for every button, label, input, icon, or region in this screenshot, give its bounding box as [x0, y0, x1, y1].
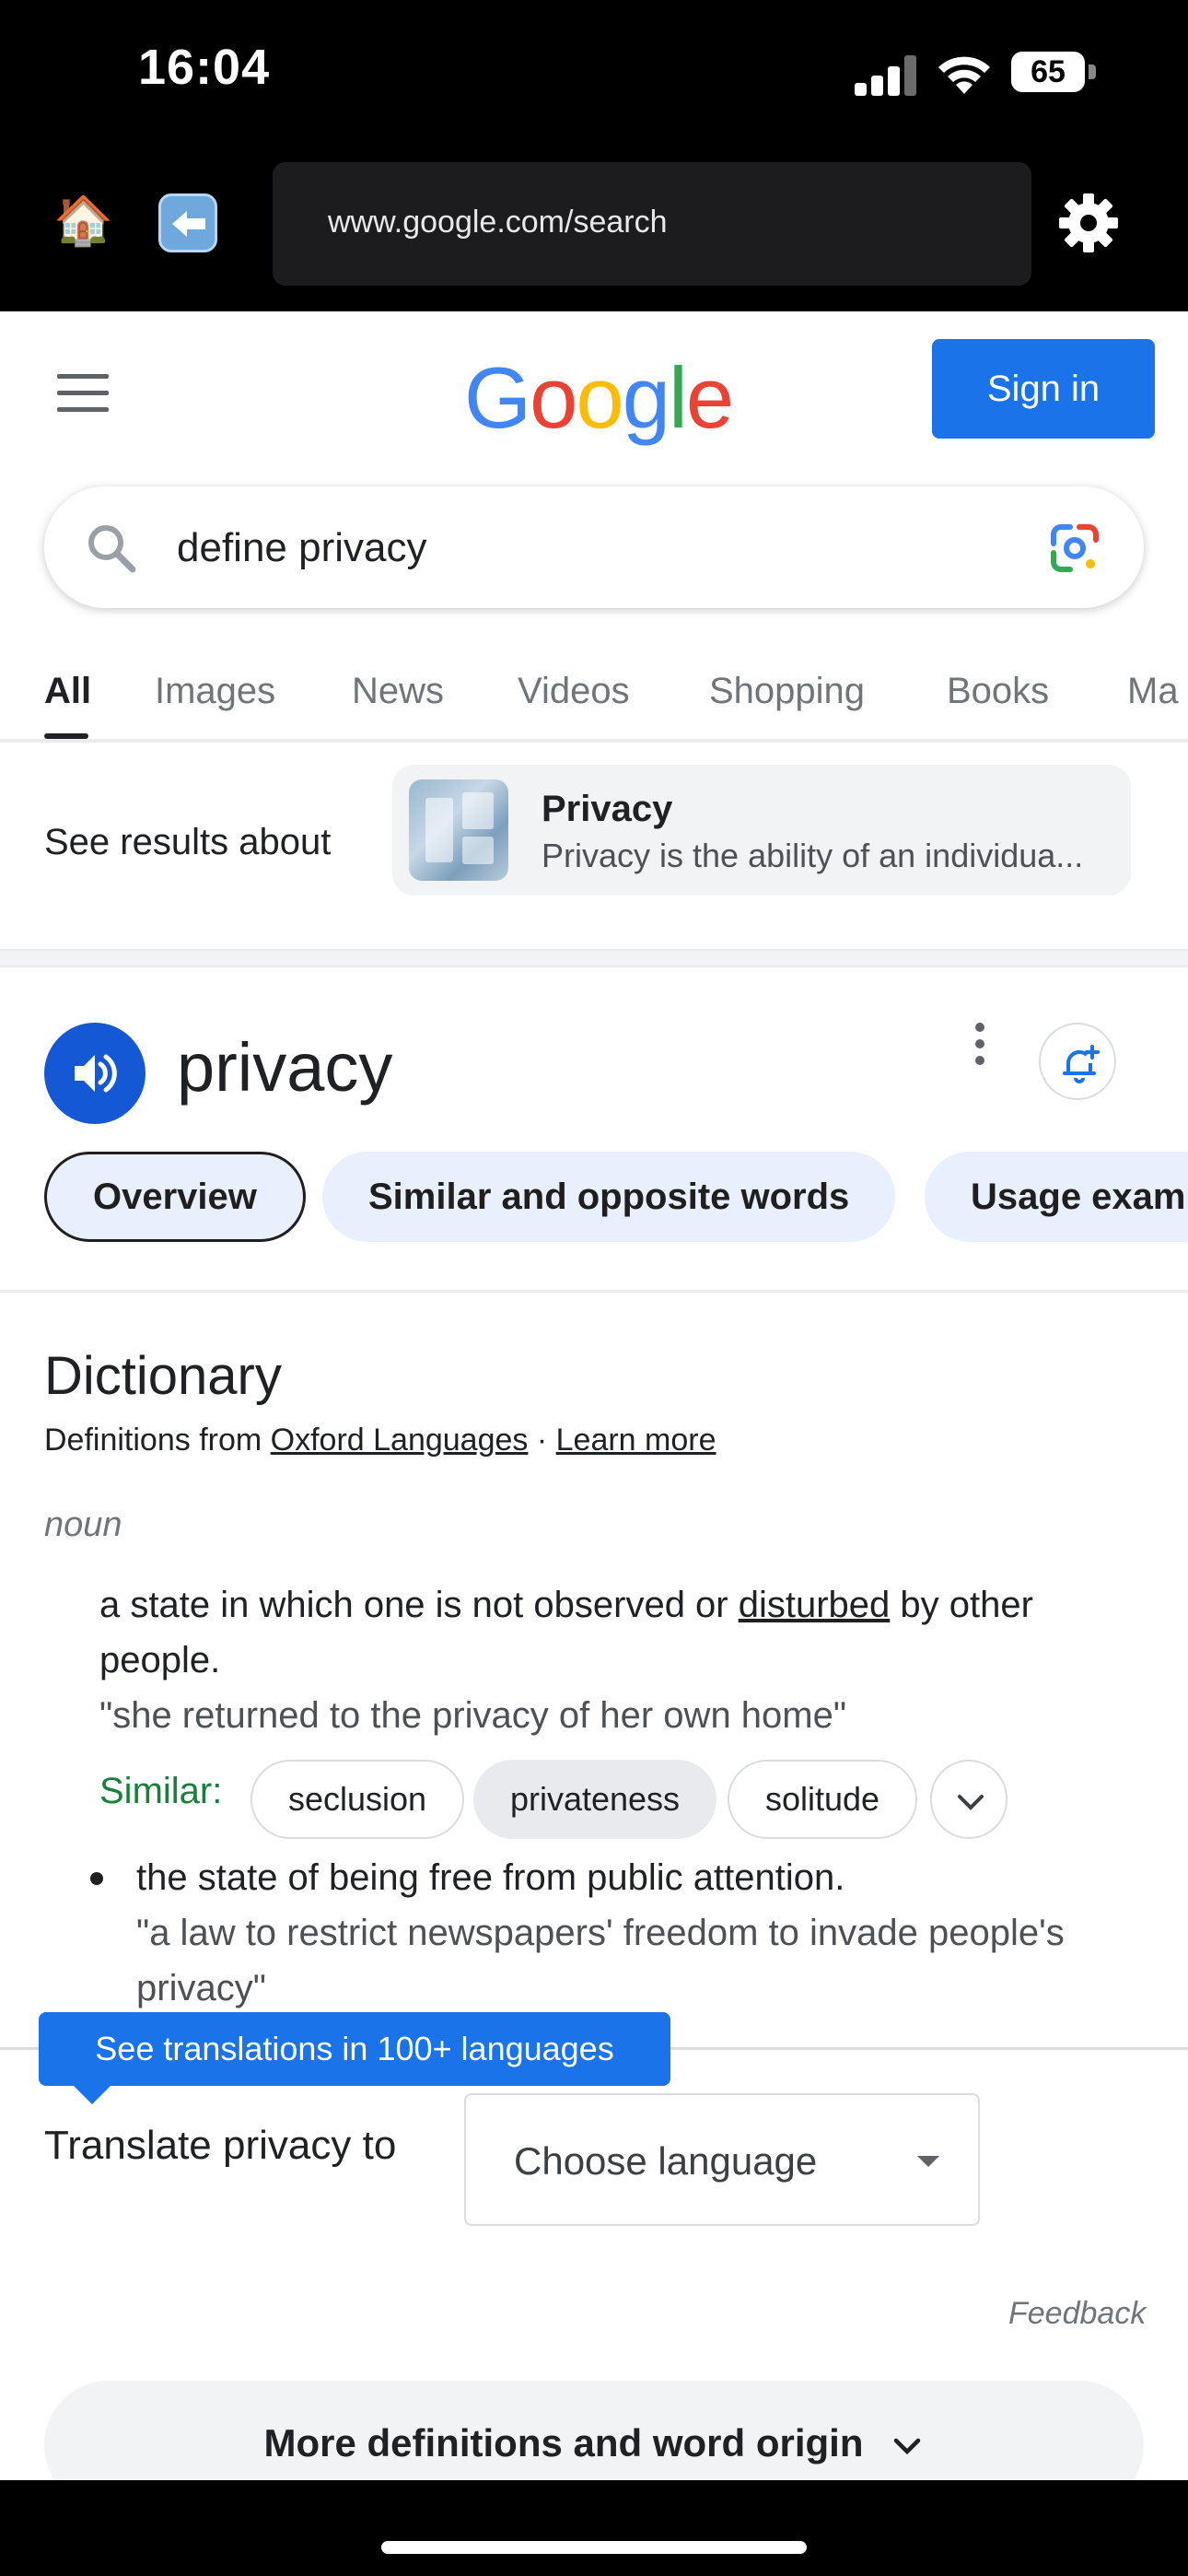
tab-maps[interactable]: Ma [1127, 671, 1179, 712]
tab-news[interactable]: News [352, 671, 444, 712]
hamburger-menu-icon[interactable] [57, 374, 109, 413]
more-definitions-label: More definitions and word origin [263, 2421, 864, 2465]
dictionary-source: Definitions from Oxford Languages · Lear… [44, 1423, 716, 1458]
translations-tooltip[interactable]: See translations in 100+ languages [39, 2012, 670, 2086]
similar-word-seclusion[interactable]: seclusion [250, 1760, 464, 1839]
learn-more-link[interactable]: Learn more [556, 1423, 716, 1458]
url-text: www.google.com/search [328, 205, 668, 240]
battery-nub [1089, 64, 1096, 79]
translate-label: Translate privacy to [44, 2123, 397, 2168]
more-definitions-button[interactable]: More definitions and word origin [44, 2381, 1144, 2480]
add-alert-button[interactable] [1039, 1023, 1116, 1100]
example-2: "a law to restrict newspapers' freedom t… [136, 1913, 1065, 2008]
dictionary-title: Dictionary [44, 1346, 282, 1406]
wifi-icon [938, 56, 990, 94]
tooltip-tail [72, 2084, 112, 2104]
feedback-link[interactable]: Feedback [1008, 2296, 1146, 2332]
address-bar[interactable]: www.google.com/search [273, 162, 1031, 286]
entity-description: Privacy is the ability of an individua..… [542, 837, 1084, 874]
status-time: 16:04 [138, 40, 271, 95]
see-results-about-label: See results about [44, 822, 332, 862]
search-tabs: All Images News Videos Shopping Books Ma [0, 641, 1188, 743]
tab-books[interactable]: Books [947, 671, 1049, 712]
active-tab-indicator [44, 733, 88, 739]
dropdown-caret-icon [917, 2156, 939, 2167]
gear-icon[interactable] [1055, 190, 1122, 256]
back-icon[interactable] [158, 193, 217, 252]
battery-indicator: 65 [1011, 52, 1085, 92]
browser-toolbar: 🏠 www.google.com/search [0, 147, 1188, 311]
see-results-about: See results about Privacy Privacy is the… [0, 746, 1188, 949]
entity-card-privacy[interactable]: Privacy Privacy is the ability of an ind… [392, 765, 1131, 896]
more-options-icon[interactable] [971, 1023, 989, 1069]
source-prefix: Definitions from [44, 1423, 271, 1458]
definition-1: a state in which one is not observed or … [99, 1577, 1149, 1688]
pronunciation-speaker-button[interactable] [44, 1023, 146, 1124]
google-lens-icon[interactable] [1048, 521, 1101, 575]
cellular-signal-icon [855, 55, 916, 96]
tab-shopping[interactable]: Shopping [709, 671, 865, 712]
chip-usage-examples[interactable]: Usage exam [925, 1152, 1188, 1242]
definition-1-text: a state in which one is not observed or [99, 1585, 739, 1625]
word-section-chips: Overview Similar and opposite words Usag… [0, 1152, 1188, 1244]
language-select[interactable]: Choose language [464, 2093, 980, 2226]
chip-overview[interactable]: Overview [44, 1152, 306, 1242]
language-select-value: Choose language [514, 2139, 818, 2183]
sign-in-button[interactable]: Sign in [932, 339, 1155, 439]
home-indicator[interactable] [381, 2541, 807, 2554]
tab-all[interactable]: All [44, 671, 91, 712]
disturbed-link[interactable]: disturbed [739, 1585, 891, 1625]
source-separator: · [528, 1423, 556, 1458]
home-icon[interactable]: 🏠 [53, 192, 113, 251]
chevron-down-icon [894, 2438, 921, 2455]
chip-similar-opposite[interactable]: Similar and opposite words [322, 1152, 896, 1242]
search-icon [88, 525, 136, 573]
divider [0, 1290, 1188, 1293]
headword: privacy [177, 1029, 393, 1106]
example-1: "she returned to the privacy of her own … [99, 1695, 847, 1736]
status-bar: 16:04 65 [0, 0, 1188, 147]
tab-images[interactable]: Images [155, 671, 275, 712]
expand-similar-button[interactable] [930, 1760, 1007, 1839]
bell-plus-icon [1063, 1045, 1100, 1083]
similar-label: Similar: [99, 1771, 223, 1811]
part-of-speech: noun [44, 1505, 122, 1544]
search-bar[interactable]: define privacy [44, 486, 1144, 608]
entity-thumbnail [409, 779, 508, 881]
bullet-point [90, 1872, 103, 1885]
similar-word-solitude[interactable]: solitude [728, 1760, 917, 1839]
oxford-languages-link[interactable]: Oxford Languages [271, 1423, 529, 1458]
entity-title: Privacy [542, 789, 673, 829]
google-logo[interactable]: Google [464, 348, 734, 448]
tab-videos[interactable]: Videos [518, 671, 630, 712]
chevron-down-icon [958, 1795, 984, 1810]
similar-word-privateness[interactable]: privateness [473, 1760, 716, 1839]
search-results-page: Google Sign in define privacy All Images… [0, 311, 1188, 2480]
speaker-icon [75, 1054, 117, 1093]
home-indicator-area [0, 2480, 1188, 2576]
search-input[interactable]: define privacy [177, 525, 426, 571]
section-divider [0, 949, 1188, 967]
definition-2: the state of being free from public atte… [136, 1857, 845, 1898]
